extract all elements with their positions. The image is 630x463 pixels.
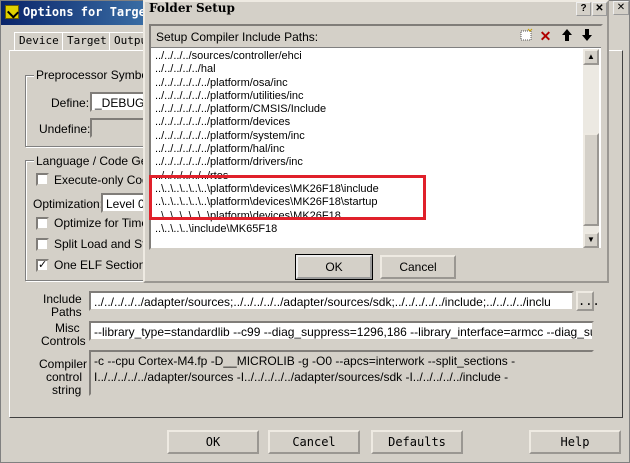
path-item[interactable]: ..\..\..\..\..\..\platform\devices\MK26F… bbox=[155, 210, 583, 223]
options-cancel-button[interactable]: Cancel bbox=[268, 430, 360, 454]
one-elf-checkbox[interactable]: ✓ bbox=[36, 259, 49, 272]
execute-only-checkbox[interactable] bbox=[36, 173, 49, 186]
options-ok-button[interactable]: OK bbox=[167, 430, 259, 454]
language-title: Language / Code Ger bbox=[34, 154, 154, 168]
options-defaults-button[interactable]: Defaults bbox=[371, 430, 463, 454]
options-close-icon[interactable]: ✕ bbox=[613, 1, 629, 15]
include-paths-label-2: Paths bbox=[51, 305, 82, 319]
scroll-down-icon[interactable]: ▼ bbox=[583, 232, 599, 248]
path-item[interactable]: ../../../../../../platform/hal/inc bbox=[155, 143, 583, 156]
include-paths-list-panel: Setup Compiler Include Paths: ✕ ../../..… bbox=[149, 24, 603, 250]
compiler-control-line-2: I../../../../../adapter/sources -I../../… bbox=[94, 370, 509, 384]
path-item[interactable]: ..\..\..\..\..\..\platform\devices\MK26F… bbox=[155, 183, 583, 196]
move-down-icon[interactable] bbox=[577, 28, 596, 45]
folder-setup-dialog: Folder Setup ? ✕ Setup Compiler Include … bbox=[143, 0, 609, 283]
move-up-icon[interactable] bbox=[557, 28, 576, 45]
split-load-label: Split Load and Sto bbox=[54, 237, 153, 251]
path-item[interactable]: ../../../../../../platform/system/inc bbox=[155, 130, 583, 143]
delete-icon[interactable]: ✕ bbox=[536, 28, 555, 45]
options-window-title: Options for Targe bbox=[23, 5, 146, 19]
include-paths-label-1: Include bbox=[43, 292, 82, 306]
preprocessor-title: Preprocessor Symbols bbox=[34, 68, 159, 82]
path-item[interactable]: ..\..\..\..\..\..\platform\devices\MK26F… bbox=[155, 196, 583, 209]
paths-scrollbar[interactable]: ▲ ▼ bbox=[583, 49, 599, 248]
path-item[interactable]: ../../../../../../rtos bbox=[155, 170, 583, 183]
compiler-control-line-1: -c --cpu Cortex-M4.fp -D__MICROLIB -g -O… bbox=[94, 354, 516, 368]
folder-setup-ok-button[interactable]: OK bbox=[295, 254, 373, 280]
path-item[interactable]: ../../../../sources/controller/ehci bbox=[155, 50, 583, 63]
keil-app-icon bbox=[5, 5, 19, 19]
tab-target[interactable]: Target bbox=[62, 32, 112, 50]
include-paths-header: Setup Compiler Include Paths: ✕ bbox=[151, 26, 601, 48]
help-icon[interactable]: ? bbox=[576, 2, 591, 16]
undefine-input[interactable] bbox=[90, 118, 148, 138]
scroll-up-icon[interactable]: ▲ bbox=[583, 49, 599, 65]
folder-setup-titlebar: Folder Setup ? ✕ bbox=[145, 1, 607, 16]
undefine-label: Undefine: bbox=[39, 122, 91, 136]
misc-controls-input[interactable]: --library_type=standardlib --c99 --diag_… bbox=[89, 321, 594, 341]
folder-setup-title: Folder Setup bbox=[149, 1, 235, 15]
include-paths-list[interactable]: ../../../../sources/controller/ehci ../.… bbox=[155, 50, 583, 248]
misc-controls-label-1: Misc bbox=[55, 321, 80, 335]
include-paths-header-label: Setup Compiler Include Paths: bbox=[156, 30, 319, 44]
define-label: Define: bbox=[51, 96, 90, 110]
folder-setup-cancel-button[interactable]: Cancel bbox=[380, 255, 456, 279]
misc-controls-label-2: Controls bbox=[41, 334, 86, 348]
compiler-control-label-3: string bbox=[52, 383, 82, 397]
optimize-for-time-checkbox[interactable] bbox=[36, 217, 49, 230]
path-item[interactable]: ../../../../../hal bbox=[155, 63, 583, 76]
include-paths-input[interactable]: ../../../../../adapter/sources;../../../… bbox=[89, 291, 574, 311]
path-item[interactable]: ../../../../../../platform/drivers/inc bbox=[155, 156, 583, 169]
scrollbar-thumb[interactable] bbox=[583, 133, 599, 226]
split-load-checkbox[interactable] bbox=[36, 238, 49, 251]
execute-only-label: Execute-only Code bbox=[54, 173, 156, 187]
options-help-button[interactable]: Help bbox=[529, 430, 621, 454]
optimization-label: Optimization: bbox=[33, 197, 104, 211]
define-input[interactable]: _DEBUG= bbox=[90, 92, 148, 112]
path-item[interactable]: ..\..\..\..\include\MK65F18 bbox=[155, 223, 583, 236]
one-elf-label: One ELF Section p bbox=[54, 258, 156, 272]
options-titlebar: Options for Targe bbox=[1, 1, 147, 25]
path-item[interactable]: ../../../../../../platform/devices bbox=[155, 116, 583, 129]
compiler-control-label-1: Compiler bbox=[39, 357, 88, 371]
compiler-control-string: -c --cpu Cortex-M4.fp -D__MICROLIB -g -O… bbox=[89, 350, 594, 396]
path-item[interactable]: ../../../../../../platform/osa/inc bbox=[155, 77, 583, 90]
compiler-control-label-2: control bbox=[46, 370, 83, 384]
new-folder-icon[interactable] bbox=[516, 28, 535, 45]
tab-device[interactable]: Device bbox=[14, 32, 64, 50]
path-item[interactable]: ../../../../../../platform/CMSIS/Include bbox=[155, 103, 583, 116]
path-item[interactable]: ../../../../../../platform/utilities/inc bbox=[155, 90, 583, 103]
optimize-for-time-label: Optimize for Time bbox=[54, 216, 149, 230]
include-paths-browse-button[interactable]: ... bbox=[576, 291, 600, 311]
close-icon[interactable]: ✕ bbox=[592, 2, 607, 16]
